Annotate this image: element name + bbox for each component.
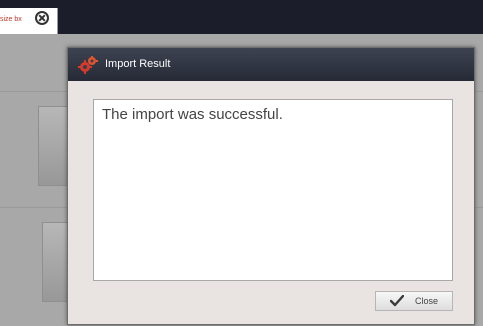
close-button[interactable]: Close <box>375 291 453 311</box>
dialog-title: Import Result <box>105 58 171 70</box>
close-circle-icon[interactable] <box>35 11 49 25</box>
checkmark-icon <box>390 295 404 307</box>
document-tab[interactable]: size bx <box>0 8 58 34</box>
dialog-titlebar: Import Result <box>68 48 474 81</box>
result-message-box: The import was successful. <box>93 99 453 281</box>
import-result-dialog: Import Result The import was successful.… <box>67 47 475 325</box>
gears-icon <box>78 56 98 74</box>
result-message: The import was successful. <box>102 106 283 123</box>
top-bar <box>0 0 483 34</box>
tab-label: size bx <box>0 16 22 23</box>
close-button-label: Close <box>415 296 439 306</box>
